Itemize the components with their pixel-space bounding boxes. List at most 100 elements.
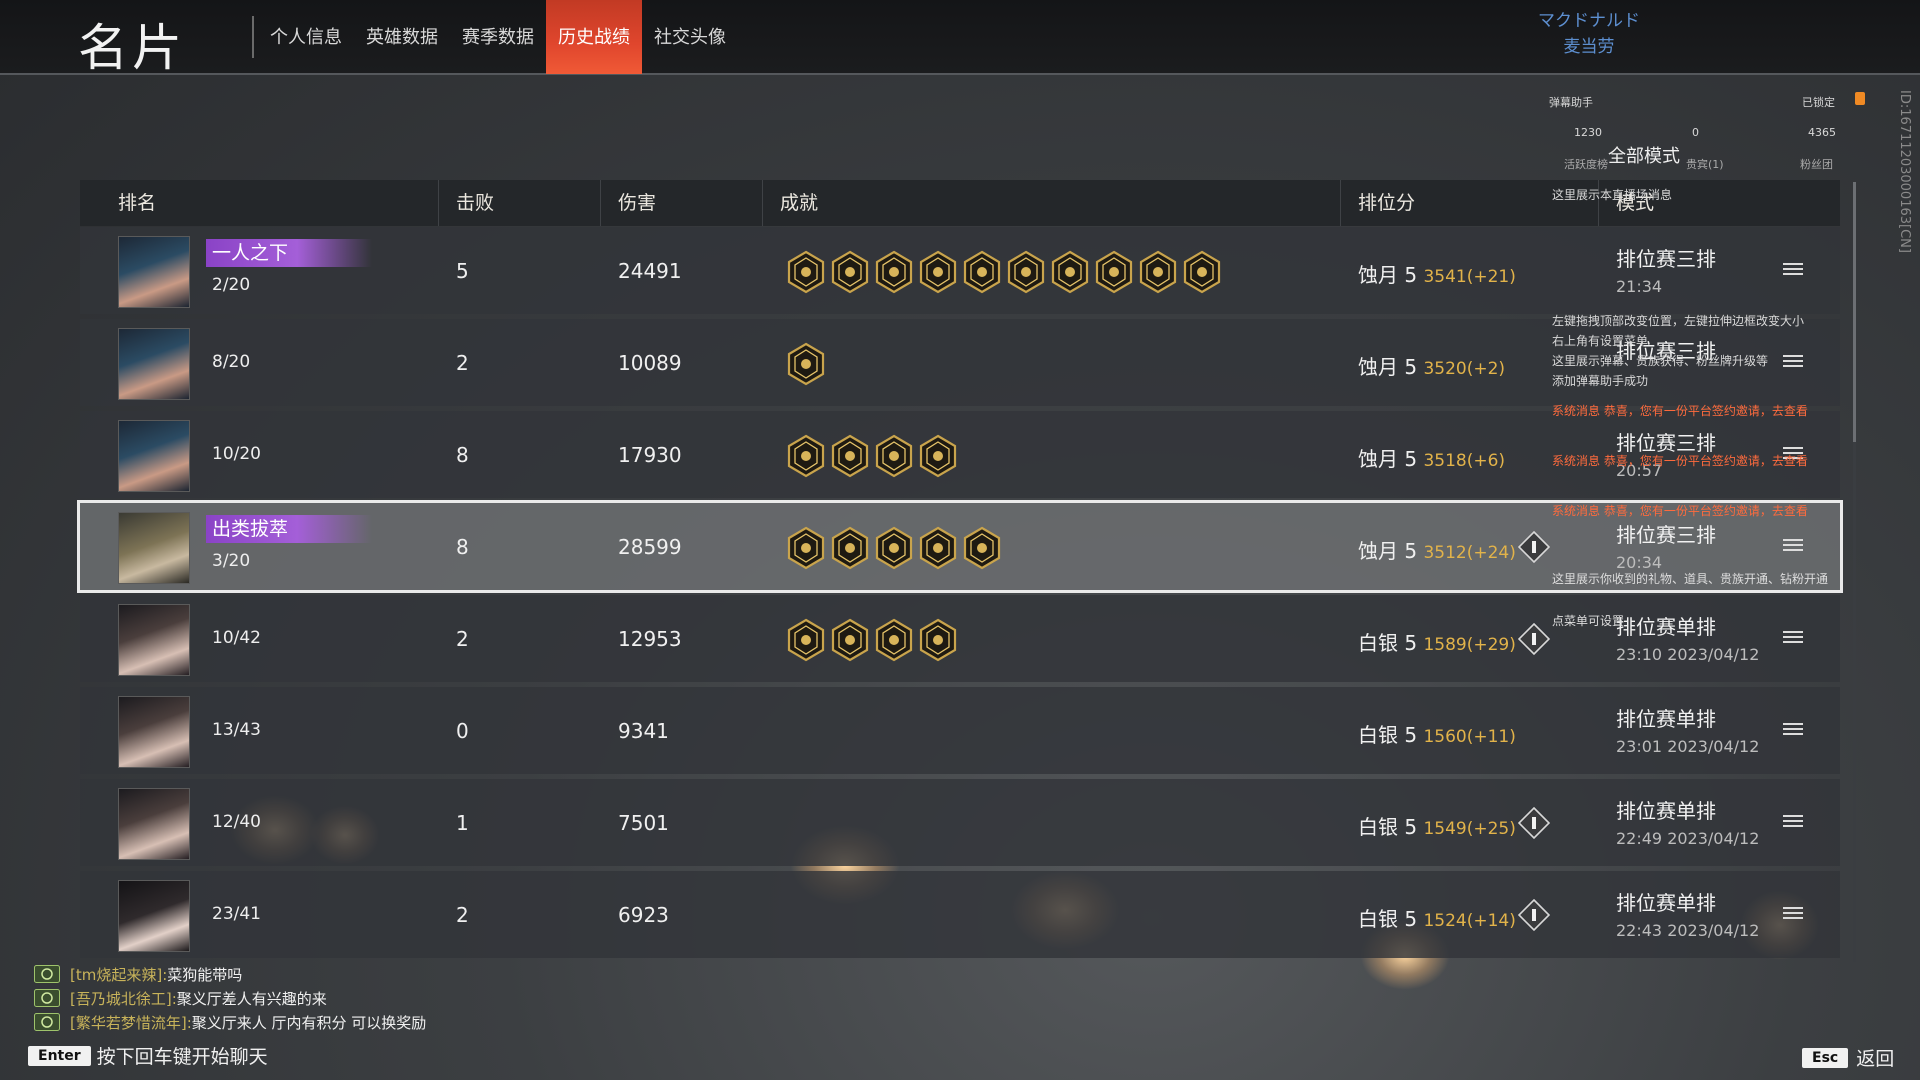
game-mode: 排位赛单排 [1616, 891, 1716, 915]
score-delta: 1524(+14) [1423, 911, 1516, 931]
details-menu-icon[interactable] [1783, 812, 1803, 830]
tier-name: 蚀月 5 [1358, 447, 1418, 471]
achievement-badge-icon[interactable] [786, 526, 826, 570]
back-label: 返回 [1856, 1048, 1895, 1070]
achievement-list [786, 618, 958, 662]
achievement-badge-icon[interactable] [962, 526, 1002, 570]
damage-value: 10089 [618, 351, 682, 375]
achievement-badge-icon[interactable] [874, 250, 914, 294]
achievement-badge-icon[interactable] [830, 618, 870, 662]
achievement-badge-icon[interactable] [874, 618, 914, 662]
achievement-badge-icon[interactable] [786, 250, 826, 294]
header-divider [438, 180, 439, 226]
details-menu-icon[interactable] [1783, 628, 1803, 646]
achievement-badge-icon[interactable] [830, 526, 870, 570]
header-kills: 击败 [456, 192, 495, 214]
table-row[interactable]: 10/42 2 12953 白银 5 1589(+29) 排位赛单排 23:10 2023… [80, 595, 1840, 682]
danmu-lock-label[interactable]: 已锁定 [1802, 94, 1835, 110]
back-button[interactable]: Esc 返回 [1802, 1044, 1894, 1071]
chat-text: 聚义厅来人 厅内有积分 可以换奖励 [191, 1013, 427, 1032]
activity-count: 1230 [1574, 126, 1602, 139]
score-delta: 3541(+21) [1423, 267, 1516, 287]
mode-filter-dropdown[interactable]: 全部模式 [1608, 142, 1680, 168]
achievement-list [786, 342, 826, 386]
achievement-badge-icon[interactable] [830, 250, 870, 294]
rank-score: 白银 5 1560(+11) [1358, 719, 1516, 748]
achievement-badge-icon[interactable] [786, 342, 826, 386]
chat-sender[interactable]: [繁华若梦惜流年]: [70, 1012, 192, 1033]
esc-key-icon: Esc [1802, 1047, 1849, 1068]
activity-label[interactable]: 活跃度榜 [1564, 156, 1608, 172]
tab-social-avatar[interactable]: 社交头像 [642, 0, 738, 74]
achievement-badge-icon[interactable] [786, 618, 826, 662]
score-delta: 1549(+25) [1423, 819, 1516, 839]
chat-input-hint[interactable]: Enter 按下回车键开始聊天 [28, 1042, 268, 1069]
kills-value: 2 [456, 351, 469, 375]
tab-season-data[interactable]: 赛季数据 [450, 0, 546, 74]
achievement-badge-icon[interactable] [830, 434, 870, 478]
damage-value: 28599 [618, 535, 682, 559]
details-menu-icon[interactable] [1783, 720, 1803, 738]
rank-tier-icon[interactable] [1517, 806, 1551, 840]
danmu-assistant-panel[interactable]: 弹幕助手 已锁定 1230 0 4365 活跃度榜 贵宾(1) 粉丝团 全部模式… [1540, 90, 1870, 518]
table-row[interactable]: 13/43 0 9341 白银 5 1560(+11) 排位赛单排 23:01 2023/… [80, 687, 1840, 774]
header-rank: 排名 [118, 192, 157, 214]
rank-score: 蚀月 5 3541(+21) [1358, 259, 1516, 288]
tier-name: 白银 5 [1358, 907, 1418, 931]
danmu-message: 点菜单可设置 [1552, 614, 1625, 628]
tier-name: 白银 5 [1358, 631, 1418, 655]
fans-label[interactable]: 粉丝团 [1800, 156, 1833, 172]
achievement-badge-icon[interactable] [918, 250, 958, 294]
match-time: 23:01 2023/04/12 [1616, 737, 1760, 756]
tab-personal-info[interactable]: 个人信息 [258, 0, 354, 74]
tier-name: 白银 5 [1358, 815, 1418, 839]
achievement-badge-icon[interactable] [918, 526, 958, 570]
score-delta: 1589(+29) [1423, 635, 1516, 655]
rank-tier-icon[interactable] [1517, 622, 1551, 656]
score-delta: 1560(+11) [1423, 727, 1516, 747]
guild-chat-icon [34, 989, 60, 1007]
danmu-system-message[interactable]: 系统消息 恭喜，您有一份平台签约邀请，去查看 [1552, 452, 1808, 469]
chat-sender[interactable]: [吾乃城北徐工]: [70, 988, 177, 1009]
achievement-badge-icon[interactable] [786, 434, 826, 478]
match-time: 22:43 2023/04/12 [1616, 921, 1760, 940]
details-menu-icon[interactable] [1783, 904, 1803, 922]
achievement-badge-icon[interactable] [918, 618, 958, 662]
rank-tier-icon[interactable] [1517, 530, 1551, 564]
achievement-badge-icon[interactable] [874, 526, 914, 570]
tab-match-history[interactable]: 历史战绩 [546, 0, 642, 74]
achievement-badge-icon[interactable] [918, 434, 958, 478]
danmu-message: 这里展示弹幕、贵族获得、粉丝牌升级等 [1552, 354, 1769, 368]
title-separator [252, 16, 254, 58]
achievement-badge-icon[interactable] [1050, 250, 1090, 294]
achievement-badge-icon[interactable] [1094, 250, 1134, 294]
rank-tier-icon[interactable] [1517, 898, 1551, 932]
table-row[interactable]: 12/40 1 7501 白银 5 1549(+25) 排位赛单排 22:49 2023/… [80, 779, 1840, 866]
rank-score: 蚀月 5 3518(+6) [1358, 443, 1505, 472]
tab-hero-data[interactable]: 英雄数据 [354, 0, 450, 74]
score-delta: 3512(+24) [1423, 543, 1516, 563]
rank-score: 蚀月 5 3512(+24) [1358, 535, 1516, 564]
kills-value: 1 [456, 811, 469, 835]
danmu-title: 弹幕助手 [1549, 96, 1593, 109]
header-damage: 伤害 [618, 192, 657, 214]
lock-icon[interactable] [1855, 92, 1865, 105]
chat-sender[interactable]: [tm烧起来辣]: [70, 964, 167, 985]
achievement-badge-icon[interactable] [1138, 250, 1178, 294]
danmu-system-message[interactable]: 系统消息 恭喜，您有一份平台签约邀请，去查看 [1552, 502, 1808, 519]
achievement-badge-icon[interactable] [1182, 250, 1222, 294]
achievement-badge-icon[interactable] [962, 250, 1002, 294]
chat-text: 聚义厅差人有兴趣的来 [176, 989, 327, 1008]
rank-score: 白银 5 1524(+14) [1358, 903, 1516, 932]
achievement-list [786, 526, 1002, 570]
friends-label[interactable]: 贵宾(1) [1686, 156, 1724, 172]
danmu-system-message[interactable]: 系统消息 恭喜，您有一份平台签约邀请，去查看 [1552, 402, 1808, 419]
achievement-badge-icon[interactable] [1006, 250, 1046, 294]
achievement-list [786, 250, 1222, 294]
details-menu-icon[interactable] [1783, 536, 1803, 554]
achievement-badge-icon[interactable] [874, 434, 914, 478]
match-time: 22:49 2023/04/12 [1616, 829, 1760, 848]
table-row[interactable]: 23/41 2 6923 白银 5 1524(+14) 排位赛单排 22:43 2023/… [80, 871, 1840, 958]
chat-message: [繁华若梦惜流年]: 聚义厅来人 厅内有积分 可以换奖励 [34, 1010, 426, 1034]
chat-feed: [tm烧起来辣]: 菜狗能带吗 [吾乃城北徐工]: 聚义厅差人有兴趣的来 [繁华… [34, 962, 426, 1034]
